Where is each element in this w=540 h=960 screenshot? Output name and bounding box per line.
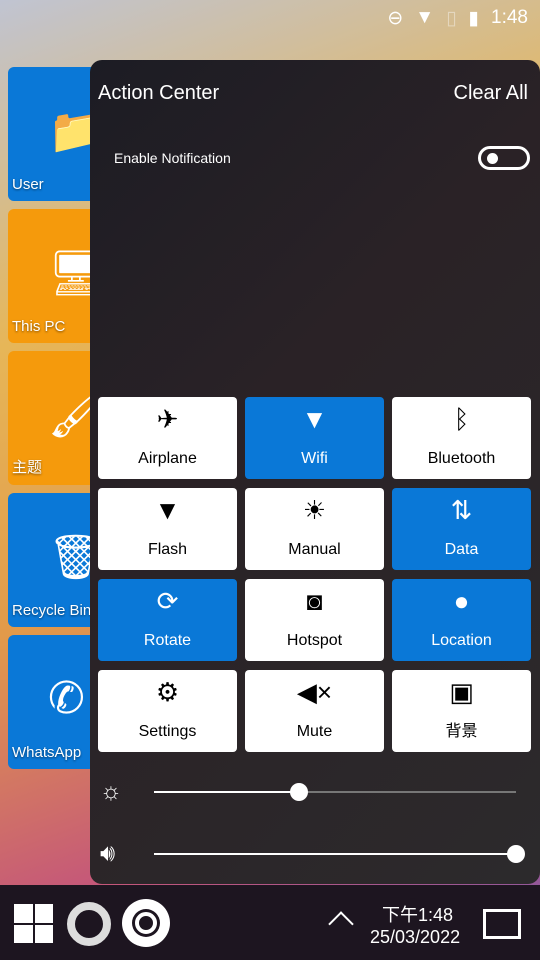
tile-label: Data — [444, 541, 479, 558]
taskbar-time[interactable]: 下午1:48 — [382, 901, 453, 927]
brightness-icon: ☀ — [302, 495, 327, 525]
action-center-panel: Action Center Clear All Enable Notificat… — [90, 60, 540, 884]
whatsapp-icon: ✆ — [48, 674, 85, 723]
location-icon: ● — [453, 586, 470, 616]
rotate-icon: ⟳ — [156, 586, 179, 616]
wifi-icon: ▼ — [415, 7, 435, 28]
tile-wifi[interactable]: ▼ Wifi — [245, 397, 384, 479]
tile-label: Settings — [138, 723, 197, 740]
quick-settings-grid: ✈ Airplane ▼ Wifi ᛒ Bluetooth ▼ Flash ☀ Manual ⇅ Da… — [98, 397, 531, 752]
tile-flash[interactable]: ▼ Flash — [98, 488, 237, 570]
tile-hotspot[interactable]: ◙ Hotspot — [245, 579, 384, 661]
start-button[interactable] — [14, 904, 53, 943]
tile-settings[interactable]: ⚙ Settings — [98, 670, 237, 752]
tile-label: Manual — [288, 541, 341, 558]
cortana-button[interactable] — [67, 902, 111, 946]
notification-center-icon[interactable] — [483, 909, 521, 939]
wifi-icon: ▼ — [301, 404, 328, 434]
chrome-icon[interactable] — [122, 899, 170, 947]
show-hidden-icons-chevron-up-icon[interactable] — [328, 911, 354, 937]
status-time: 1:48 — [491, 7, 528, 28]
enable-notification-toggle[interactable] — [478, 146, 530, 170]
tile-label: Airplane — [138, 450, 197, 467]
tile-label: Rotate — [143, 632, 192, 649]
flashlight-icon: ▼ — [154, 495, 181, 525]
tile-rotate[interactable]: ⟳ Rotate — [98, 579, 237, 661]
tile-label: Wifi — [301, 450, 328, 467]
no-sim-icon: ▯ — [446, 7, 457, 29]
taskbar: 下午1:48 25/03/2022 — [0, 885, 540, 960]
data-arrows-icon: ⇅ — [450, 495, 473, 525]
brightness-slider[interactable] — [154, 783, 516, 801]
tile-label: Mute — [296, 723, 333, 740]
desktop-icon-label: 主题 — [12, 459, 43, 476]
taskbar-date[interactable]: 25/03/2022 — [370, 927, 460, 948]
tile-label: Bluetooth — [427, 450, 496, 467]
tile-背景[interactable]: ▣ 背景 — [392, 670, 531, 752]
brightness-icon: ☼ — [100, 778, 122, 805]
tile-label: Location — [431, 632, 492, 649]
tile-data[interactable]: ⇅ Data — [392, 488, 531, 570]
desktop-icon-label: This PC — [12, 318, 66, 335]
battery-charging-icon: ▮ — [468, 7, 480, 29]
tile-label: 背景 — [445, 723, 478, 740]
tile-manual[interactable]: ☀ Manual — [245, 488, 384, 570]
desktop-icon-label: Recycle Bin — [12, 602, 92, 619]
volume-icon: 🔊︎ — [100, 840, 116, 867]
image-icon: ▣ — [449, 677, 474, 707]
hotspot-icon: ◙ — [306, 586, 323, 616]
action-center-title: Action Center — [98, 82, 220, 104]
clear-all-button[interactable]: Clear All — [454, 82, 528, 105]
tile-label: Hotspot — [286, 632, 343, 649]
gear-icon: ⚙ — [155, 677, 180, 707]
tile-airplane[interactable]: ✈ Airplane — [98, 397, 237, 479]
tile-mute[interactable]: ◀× Mute — [245, 670, 384, 752]
bluetooth-icon: ᛒ — [453, 404, 470, 434]
mute-icon: ◀× — [296, 677, 333, 707]
desktop-icon-label: WhatsApp — [12, 744, 82, 761]
volume-slider[interactable] — [154, 845, 525, 863]
enable-notification-label: Enable Notification — [114, 150, 231, 166]
tile-location[interactable]: ● Location — [392, 579, 531, 661]
status-bar: ⊖ ▼ ▯ ▮ 1:48 — [0, 0, 540, 36]
airplane-icon: ✈ — [156, 404, 179, 434]
desktop-icon-label: User — [12, 176, 44, 193]
tile-label: Flash — [147, 541, 188, 558]
do-not-disturb-icon: ⊖ — [387, 7, 404, 29]
tile-bluetooth[interactable]: ᛒ Bluetooth — [392, 397, 531, 479]
